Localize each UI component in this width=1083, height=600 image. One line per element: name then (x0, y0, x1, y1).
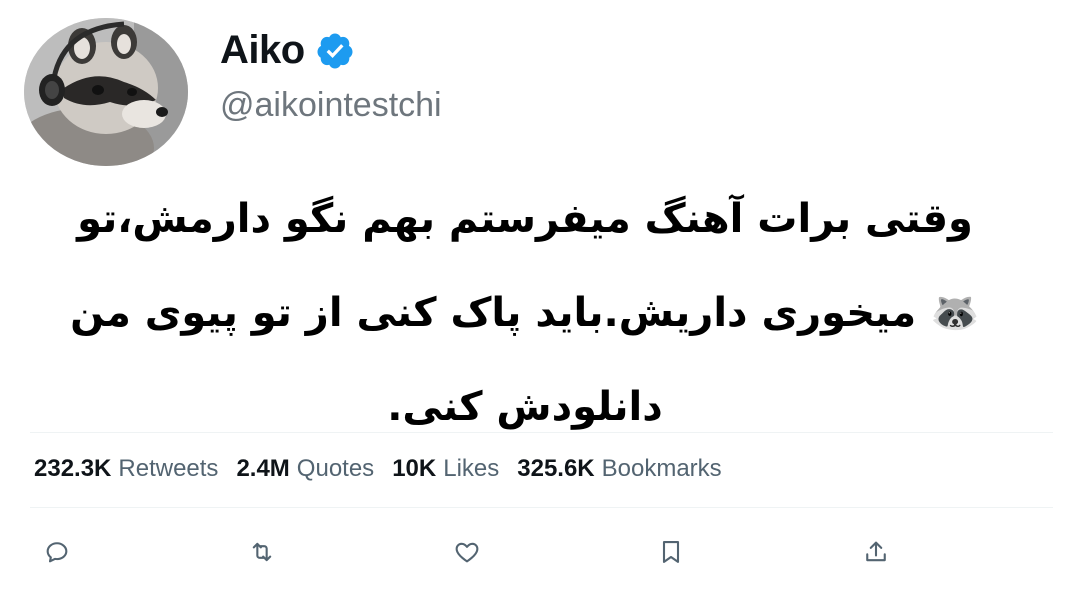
stat-value: 2.4M (236, 455, 290, 482)
reply-icon (46, 542, 68, 563)
author-name-row[interactable]: Aiko (220, 28, 355, 73)
divider (30, 432, 1053, 433)
stat-label: Retweets (118, 455, 219, 482)
tweet-text-line: وقتی برات آهنگ میفرستم بهم نگو دارمش،تو (77, 196, 973, 242)
tweet-text: وقتی برات آهنگ میفرستم بهم نگو دارمش،تو … (30, 172, 1020, 454)
raccoon-avatar-image (24, 18, 188, 166)
stat-label: Quotes (296, 455, 375, 482)
stat-bookmarks[interactable]: 325.6K Bookmarks (517, 455, 721, 483)
author-name[interactable]: Aiko (220, 28, 305, 73)
bookmark-button[interactable] (654, 535, 688, 569)
divider (30, 507, 1053, 508)
stat-value: 232.3K (34, 455, 112, 482)
tweet-text-line: دانلودش کنی. (387, 384, 663, 430)
reply-button[interactable] (40, 535, 74, 569)
share-icon (866, 541, 886, 562)
action-bar (40, 535, 893, 569)
retweet-icon (252, 542, 271, 562)
bookmark-icon (663, 541, 680, 563)
stat-label: Likes (443, 455, 500, 482)
author-handle[interactable]: @aikointestchi (220, 86, 442, 125)
stat-quotes[interactable]: 2.4M Quotes (236, 455, 374, 483)
avatar[interactable] (24, 18, 188, 166)
tweet-stats: 232.3K Retweets 2.4M Quotes 10K Likes 325.6… (34, 455, 722, 483)
stat-value: 325.6K (517, 455, 595, 482)
stat-retweets[interactable]: 232.3K Retweets (34, 455, 218, 483)
retweet-button[interactable] (245, 535, 279, 569)
verified-badge-icon (317, 33, 353, 68)
stat-value: 10K (392, 455, 437, 482)
like-icon (455, 542, 478, 563)
stat-likes[interactable]: 10K Likes (392, 455, 499, 483)
like-button[interactable] (450, 535, 484, 569)
tweet-text-line: 🦝 میخوری داریش.باید پاک کنی از تو پیوی م… (70, 290, 980, 336)
stat-label: Bookmarks (601, 455, 722, 482)
share-button[interactable] (859, 535, 893, 569)
